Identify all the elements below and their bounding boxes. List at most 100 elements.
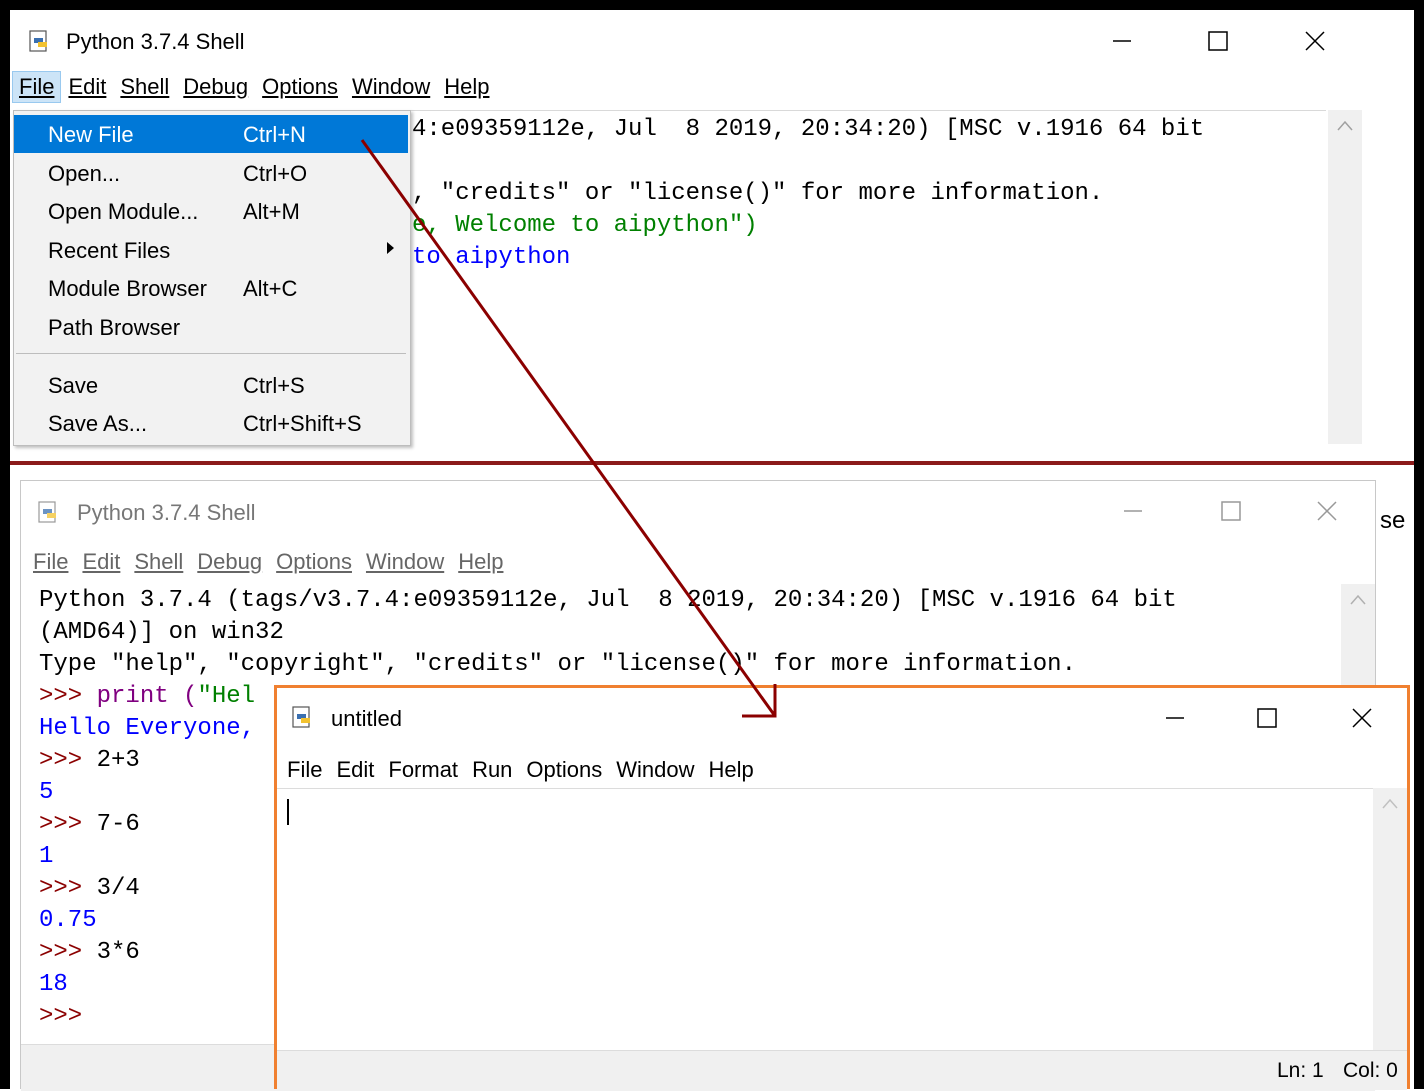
background-text: se bbox=[1380, 507, 1406, 534]
close-button[interactable] bbox=[1297, 491, 1357, 531]
shell-line: >>> 2+3 bbox=[39, 747, 140, 774]
prompt: >>> bbox=[39, 875, 97, 902]
menu-item-save-as[interactable]: Save As... Ctrl+Shift+S bbox=[14, 404, 408, 442]
menu-shell[interactable]: Shell bbox=[127, 549, 190, 575]
shell-line: >>> print ("Hel bbox=[39, 683, 255, 710]
shell-output: 0.75 bbox=[39, 907, 97, 934]
menu-item-label: Save As... bbox=[48, 411, 148, 436]
maximize-button[interactable] bbox=[1237, 698, 1297, 738]
close-button[interactable] bbox=[1332, 698, 1392, 738]
menu-item-shortcut: Ctrl+Shift+S bbox=[243, 411, 362, 436]
menu-item-recent-files[interactable]: Recent Files bbox=[14, 231, 408, 269]
menu-shell[interactable]: Shell bbox=[113, 74, 176, 103]
window-title: Python 3.7.4 Shell bbox=[77, 500, 256, 525]
window-title: Python 3.7.4 Shell bbox=[66, 29, 245, 54]
menu-edit[interactable]: Edit bbox=[61, 74, 113, 103]
menu-file[interactable]: File bbox=[26, 549, 75, 575]
menu-debug[interactable]: Debug bbox=[176, 74, 255, 103]
menu-help[interactable]: Help bbox=[451, 549, 510, 575]
menu-options[interactable]: Options bbox=[269, 549, 359, 575]
menu-format[interactable]: Format bbox=[381, 757, 465, 783]
menu-item-label: New File bbox=[48, 122, 134, 147]
menu-window[interactable]: Window bbox=[359, 549, 451, 575]
minimize-icon bbox=[1166, 717, 1184, 719]
menu-bar: File Edit Shell Debug Options Window Hel… bbox=[26, 549, 510, 575]
menu-window[interactable]: Window bbox=[345, 74, 437, 103]
menu-item-label: Open Module... bbox=[48, 199, 199, 224]
code-text: 7-6 bbox=[96, 811, 140, 838]
menu-debug[interactable]: Debug bbox=[190, 549, 269, 575]
shell-output: 18 bbox=[39, 971, 68, 998]
menu-item-label: Open... bbox=[48, 161, 121, 186]
scroll-up-icon bbox=[1382, 798, 1398, 809]
menu-file[interactable]: File bbox=[12, 71, 62, 103]
menu-item-shortcut: Ctrl+O bbox=[243, 161, 308, 186]
shell-line: >>> 3*6 bbox=[39, 939, 140, 966]
menu-bar: File Edit Format Run Options Window Help bbox=[280, 757, 761, 783]
menu-item-new-file[interactable]: New File Ctrl+N bbox=[14, 115, 408, 153]
code-editor-area[interactable] bbox=[277, 788, 1373, 1051]
menu-help[interactable]: Help bbox=[437, 74, 496, 103]
shell-output: Hello Everyone, bbox=[39, 715, 256, 742]
section-divider bbox=[10, 461, 1414, 465]
menu-item-shortcut: Alt+M bbox=[243, 199, 300, 224]
prompt: >>> bbox=[39, 811, 97, 838]
shell-line: e, Welcome to aipython") bbox=[412, 212, 758, 239]
code-text: print ( bbox=[96, 683, 198, 710]
menu-item-shortcut: Ctrl+S bbox=[243, 373, 305, 398]
maximize-button[interactable] bbox=[1188, 21, 1248, 61]
shell-output: 5 bbox=[39, 779, 54, 806]
window-title: untitled bbox=[331, 706, 402, 731]
menu-options[interactable]: Options bbox=[255, 74, 345, 103]
editor-window: untitled File Edit Format Run Options Wi… bbox=[274, 685, 1410, 1090]
menu-edit[interactable]: Edit bbox=[329, 757, 381, 783]
menu-run[interactable]: Run bbox=[465, 757, 519, 783]
file-dropdown-menu: New File Ctrl+N Open... Ctrl+O Open Modu… bbox=[13, 110, 411, 446]
shell-line: (AMD64)] on win32 bbox=[39, 619, 284, 646]
column-number: Col: 0 bbox=[1343, 1059, 1398, 1082]
python-file-icon bbox=[292, 706, 310, 728]
code-text: 2+3 bbox=[96, 747, 140, 774]
menu-item-module-browser[interactable]: Module Browser Alt+C bbox=[14, 269, 408, 307]
minimize-button[interactable] bbox=[1103, 491, 1163, 531]
shell-text-area[interactable]: 4:e09359112e, Jul 8 2019, 20:34:20) [MSC… bbox=[406, 110, 1326, 445]
prompt: >>> bbox=[39, 1003, 83, 1030]
minimize-button[interactable] bbox=[1145, 698, 1205, 738]
menu-item-open[interactable]: Open... Ctrl+O bbox=[14, 154, 408, 192]
menu-options[interactable]: Options bbox=[519, 757, 609, 783]
menu-item-open-module[interactable]: Open Module... Alt+M bbox=[14, 192, 408, 230]
vertical-scrollbar[interactable] bbox=[1328, 110, 1362, 444]
menu-item-label: Path Browser bbox=[48, 315, 181, 340]
vertical-scrollbar[interactable] bbox=[1373, 788, 1407, 1050]
menu-item-shortcut: Alt+C bbox=[243, 276, 298, 301]
submenu-arrow-icon bbox=[387, 242, 394, 254]
shell-window-top: Python 3.7.4 Shell File Edit Shell Debug… bbox=[10, 10, 1414, 460]
shell-line: Python 3.7.4 (tags/v3.7.4:e09359112e, Ju… bbox=[39, 587, 1177, 614]
menu-file[interactable]: File bbox=[280, 757, 329, 783]
title-bar: Python 3.7.4 Shell bbox=[10, 10, 1414, 72]
scroll-up-icon bbox=[1337, 120, 1353, 131]
maximize-icon bbox=[1208, 31, 1228, 51]
menu-item-save[interactable]: Save Ctrl+S bbox=[14, 366, 408, 404]
prompt: >>> bbox=[39, 683, 97, 710]
minimize-button[interactable] bbox=[1092, 21, 1152, 61]
menu-item-label: Module Browser bbox=[48, 276, 207, 301]
prompt: >>> bbox=[39, 747, 97, 774]
menu-item-shortcut: Ctrl+N bbox=[243, 122, 306, 147]
menu-item-path-browser[interactable]: Path Browser bbox=[14, 308, 408, 346]
menu-help[interactable]: Help bbox=[702, 757, 761, 783]
shell-line: >>> 3/4 bbox=[39, 875, 140, 902]
code-text: 3/4 bbox=[96, 875, 140, 902]
maximize-button[interactable] bbox=[1201, 491, 1261, 531]
status-bar: Ln: 1 Col: 0 bbox=[277, 1050, 1407, 1090]
menu-item-label: Recent Files bbox=[48, 238, 171, 263]
close-button[interactable] bbox=[1285, 21, 1345, 61]
menu-edit[interactable]: Edit bbox=[75, 549, 127, 575]
shell-line: >>> 7-6 bbox=[39, 811, 140, 838]
prompt: >>> bbox=[39, 939, 97, 966]
close-icon bbox=[1352, 708, 1372, 728]
shell-output: 1 bbox=[39, 843, 54, 870]
menu-window[interactable]: Window bbox=[609, 757, 701, 783]
string-text: "Hel bbox=[197, 683, 256, 710]
maximize-icon bbox=[1221, 501, 1241, 521]
